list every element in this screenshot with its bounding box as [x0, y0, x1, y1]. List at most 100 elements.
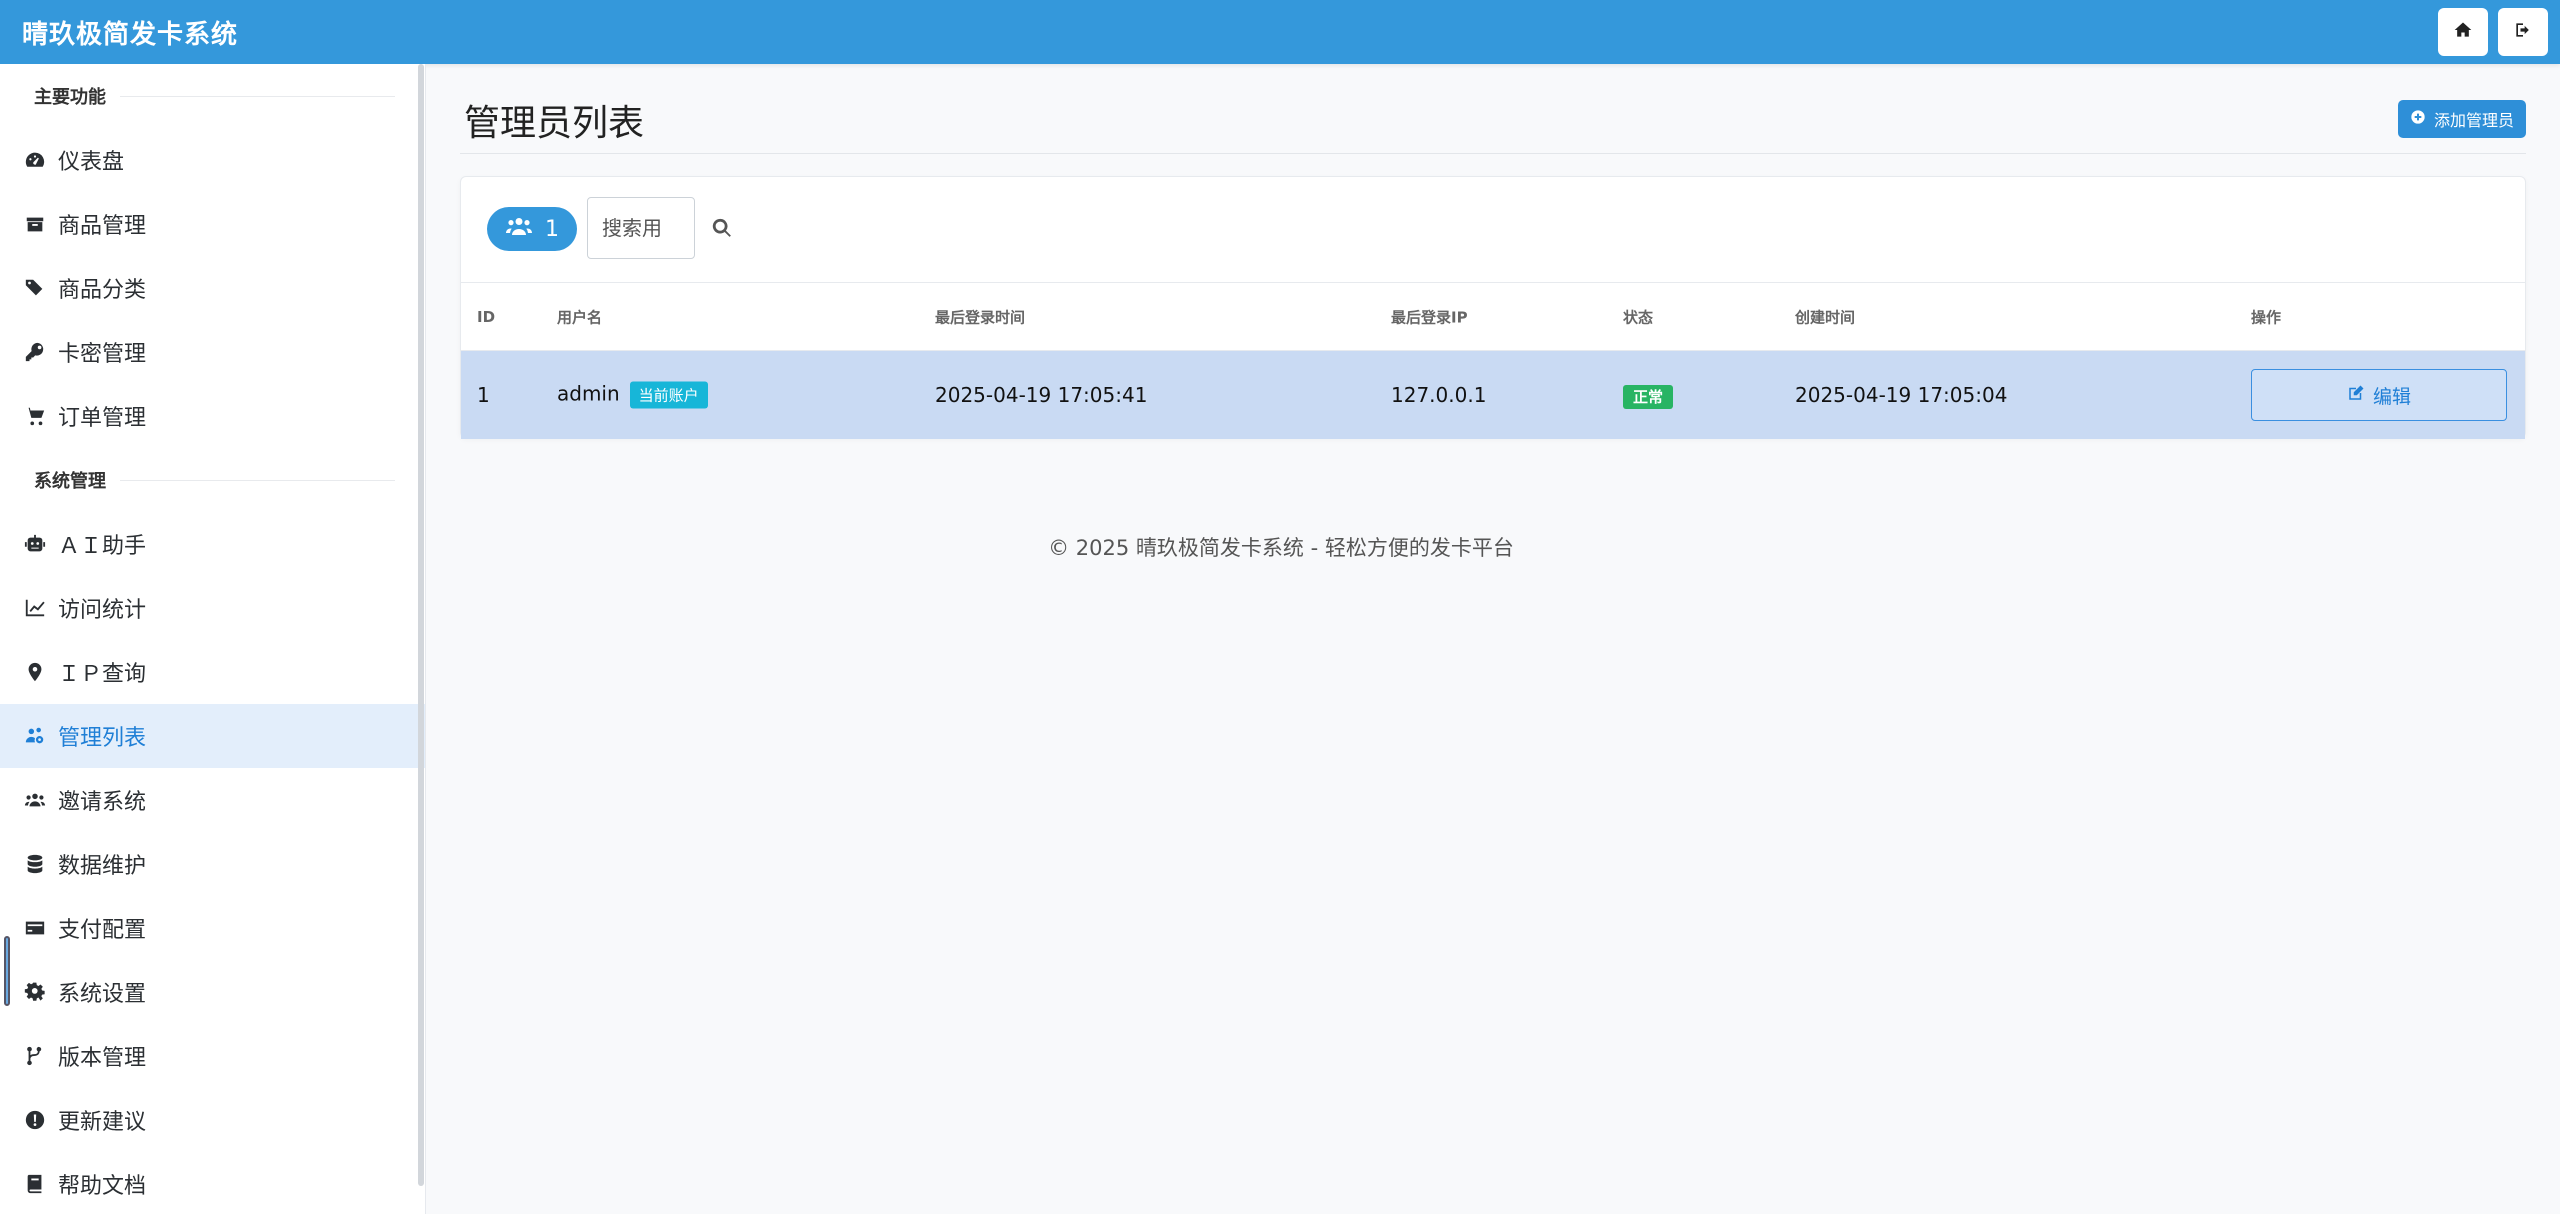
- box-icon: [22, 211, 48, 237]
- brand-title[interactable]: 晴玖极简发卡系统: [22, 14, 238, 51]
- credit-card-icon: [22, 915, 48, 941]
- dashboard-icon: [22, 147, 48, 173]
- sidebar-item-stats[interactable]: 访问统计: [0, 576, 425, 640]
- sidebar-item-cards[interactable]: 卡密管理: [0, 320, 425, 384]
- home-button[interactable]: [2438, 8, 2488, 56]
- sidebar-item-payment[interactable]: 支付配置: [0, 896, 425, 960]
- table-header-row: ID 用户名 最后登录时间 最后登录IP 状态 创建时间 操作: [461, 283, 2525, 351]
- status-badge: 正常: [1623, 385, 1674, 409]
- edit-label: 编辑: [2372, 385, 2411, 408]
- sign-out-icon: [2513, 20, 2533, 44]
- users-cog-icon: [22, 723, 48, 749]
- cell-last-login-ip: 127.0.0.1: [1391, 383, 1487, 407]
- sidebar-item-label: 仪表盘: [58, 150, 125, 175]
- sidebar-item-label: 访问统计: [58, 598, 147, 623]
- table-toolbar: 1: [461, 177, 2525, 283]
- exclamation-circle-icon: [22, 1107, 48, 1133]
- current-account-badge: 当前账户: [629, 381, 708, 409]
- sidebar-item-label: 商品分类: [58, 278, 147, 303]
- sidebar-item-orders[interactable]: 订单管理: [0, 384, 425, 448]
- col-header-username: 用户名: [557, 308, 603, 326]
- section-divider: [120, 479, 395, 481]
- sidebar-item-label: 系统设置: [58, 982, 147, 1007]
- col-header-last-login-time: 最后登录时间: [935, 308, 1026, 326]
- sidebar-item-ip[interactable]: ＩＰ查询: [0, 640, 425, 704]
- sidebar-item-products[interactable]: 商品管理: [0, 192, 425, 256]
- sidebar-item-dashboard[interactable]: 仪表盘: [0, 128, 425, 192]
- sidebar-item-label: 订单管理: [58, 406, 147, 431]
- plus-circle-icon: [2410, 109, 2426, 129]
- sidebar-item-label: ＩＰ查询: [58, 662, 147, 687]
- sidebar-item-admins[interactable]: 管理列表: [0, 704, 425, 768]
- cart-icon: [22, 403, 48, 429]
- sidebar-item-label: 支付配置: [58, 918, 147, 943]
- users-icon: [505, 216, 533, 242]
- sidebar-item-label: ＡＩ助手: [58, 534, 147, 559]
- col-header-last-login-ip: 最后登录IP: [1391, 308, 1468, 326]
- section-divider: [120, 95, 395, 97]
- left-edge-scroll-thumb[interactable]: [4, 936, 10, 1006]
- sidebar-item-categories[interactable]: 商品分类: [0, 256, 425, 320]
- database-icon: [22, 851, 48, 877]
- sidebar-section-system: 系统管理: [0, 448, 425, 512]
- sidebar-item-invites[interactable]: 邀请系统: [0, 768, 425, 832]
- page-header: [460, 94, 2526, 154]
- col-header-id: ID: [477, 307, 496, 326]
- cell-created-at: 2025-04-19 17:05:04: [1795, 383, 2008, 407]
- sidebar-item-label: 数据维护: [58, 854, 147, 879]
- sidebar-section-main: 主要功能: [0, 64, 425, 128]
- col-header-actions: 操作: [2251, 308, 2282, 326]
- cell-id: 1: [477, 383, 490, 407]
- edit-icon: [2347, 384, 2365, 407]
- page-title: 管理员列表: [464, 103, 645, 144]
- sidebar-item-label: 商品管理: [58, 214, 147, 239]
- section-title-main: 主要功能: [34, 87, 106, 108]
- gear-icon: [22, 979, 48, 1005]
- col-header-status: 状态: [1623, 308, 1654, 326]
- sidebar-item-label: 更新建议: [58, 1110, 147, 1135]
- sidebar-item-data[interactable]: 数据维护: [0, 832, 425, 896]
- robot-icon: [22, 531, 48, 557]
- map-marker-icon: [22, 659, 48, 685]
- add-admin-label: 添加管理员: [2433, 111, 2514, 130]
- admin-table: ID 用户名 最后登录时间 最后登录IP 状态 创建时间 操作 1 admin 当…: [461, 283, 2525, 439]
- users-icon: [22, 787, 48, 813]
- edit-button[interactable]: 编辑: [2251, 369, 2507, 421]
- tags-icon: [22, 275, 48, 301]
- footer-copyright: © 2025 晴玖极简发卡系统 - 轻松方便的发卡平台: [1048, 536, 1514, 560]
- cell-status: 正常: [1623, 383, 1674, 409]
- main-content: 管理员列表 添加管理员 1 ID 用户名 最后登录时间 最后登录IP 状态 创建…: [426, 64, 2560, 1214]
- sidebar-item-versions[interactable]: 版本管理: [0, 1024, 425, 1088]
- section-title-system: 系统管理: [34, 471, 106, 492]
- sidebar-item-label: 帮助文档: [58, 1174, 147, 1199]
- admin-count: 1: [545, 216, 559, 242]
- sidebar-item-label: 卡密管理: [58, 342, 147, 367]
- sidebar-item-label: 邀请系统: [58, 790, 147, 815]
- sidebar: 主要功能 仪表盘 商品管理 商品分类 卡密管理 订单管理 系统管理 ＡＩ助手 访…: [0, 64, 426, 1214]
- col-header-created-at: 创建时间: [1795, 308, 1856, 326]
- username-text: admin: [557, 381, 620, 406]
- add-admin-button[interactable]: 添加管理员: [2397, 100, 2526, 138]
- sidebar-scrollbar[interactable]: [418, 64, 424, 1186]
- cell-last-login-time: 2025-04-19 17:05:41: [935, 383, 1148, 407]
- table-row[interactable]: 1 admin 当前账户 2025-04-19 17:05:41 127.0.0.…: [461, 351, 2525, 439]
- chart-line-icon: [22, 595, 48, 621]
- logout-button[interactable]: [2498, 8, 2548, 56]
- key-icon: [22, 339, 48, 365]
- home-icon: [2453, 20, 2473, 44]
- admin-list-card: 1 ID 用户名 最后登录时间 最后登录IP 状态 创建时间 操作 1 admi…: [460, 176, 2526, 439]
- book-icon: [22, 1171, 48, 1197]
- top-actions: [2438, 8, 2548, 56]
- search-icon[interactable]: [711, 217, 735, 241]
- sidebar-item-ai[interactable]: ＡＩ助手: [0, 512, 425, 576]
- sidebar-item-label: 管理列表: [58, 726, 147, 751]
- admin-count-badge: 1: [487, 207, 577, 251]
- top-navbar: 晴玖极简发卡系统: [0, 0, 2560, 64]
- sidebar-item-label: 版本管理: [58, 1046, 147, 1071]
- sidebar-item-help[interactable]: 帮助文档: [0, 1152, 425, 1214]
- code-branch-icon: [22, 1043, 48, 1069]
- search-input[interactable]: [587, 197, 695, 259]
- cell-username: admin 当前账户: [557, 381, 708, 409]
- sidebar-item-settings[interactable]: 系统设置: [0, 960, 425, 1024]
- sidebar-item-suggestions[interactable]: 更新建议: [0, 1088, 425, 1152]
